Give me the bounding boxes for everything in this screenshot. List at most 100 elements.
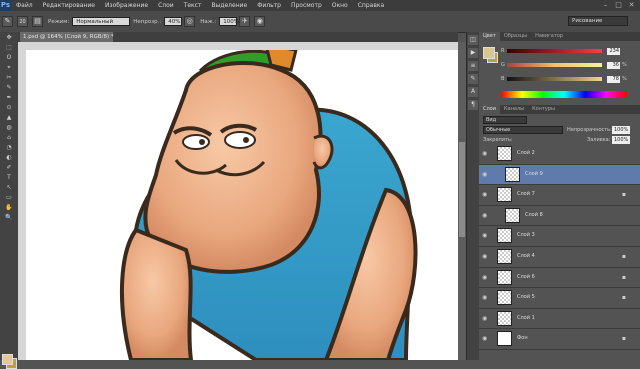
layer-kind-filter[interactable]: Вид	[483, 116, 527, 124]
history-brush-tool-icon[interactable]: ◍	[2, 123, 16, 132]
tab-color[interactable]: Цвет	[479, 32, 500, 41]
green-slider[interactable]	[507, 63, 602, 67]
maximize-button[interactable]: □	[614, 1, 623, 9]
lock-icon: ▪	[621, 273, 626, 281]
minimize-button[interactable]: –	[601, 1, 610, 9]
brush-size-icon[interactable]: 20	[17, 16, 28, 27]
layer-row[interactable]: ◉ Фон ▪	[479, 329, 640, 350]
type-tool-icon[interactable]: T	[2, 173, 16, 182]
visibility-eye-icon[interactable]: ◉	[482, 212, 489, 219]
red-value[interactable]: 234	[607, 47, 620, 55]
tab-channels[interactable]: Каналы	[500, 105, 528, 114]
layer-row[interactable]: ◉ Слой 2	[479, 144, 640, 165]
layer-thumbnail	[497, 331, 512, 347]
brush-tool-icon[interactable]: ⊙	[2, 103, 16, 112]
layer-row[interactable]: ◉ Слой 3	[479, 226, 640, 247]
move-tool-icon[interactable]: ✥	[2, 33, 16, 42]
visibility-eye-icon[interactable]: ◉	[482, 191, 489, 198]
vertical-scrollbar[interactable]	[458, 42, 466, 360]
zoom-tool-icon[interactable]: 🔍	[2, 213, 16, 222]
menu-view[interactable]: Просмотр	[286, 2, 327, 9]
visibility-eye-icon[interactable]: ◉	[482, 274, 489, 281]
history-panel-icon[interactable]: ◫	[468, 35, 478, 45]
actions-panel-icon[interactable]: ▶	[468, 48, 478, 58]
menu-window[interactable]: Окно	[327, 2, 353, 9]
visibility-eye-icon[interactable]: ◉	[482, 232, 489, 239]
opacity-field[interactable]: 40%	[164, 17, 183, 26]
size-pressure-icon[interactable]: ◉	[254, 16, 266, 27]
blue-slider-row: B 78 %	[501, 75, 627, 83]
lasso-tool-icon[interactable]: ʘ	[2, 53, 16, 62]
menu-file[interactable]: Файл	[11, 2, 38, 9]
layer-row[interactable]: ◉ Слой 4 ▪	[479, 246, 640, 268]
menu-filter[interactable]: Фильтр	[252, 2, 286, 9]
blur-tool-icon[interactable]: ◐	[2, 153, 16, 162]
tab-swatches[interactable]: Образцы	[500, 32, 531, 41]
layer-row[interactable]: ◉ Слой 8	[479, 205, 640, 227]
layer-row[interactable]: ◉ Слой 1	[479, 308, 640, 330]
visibility-eye-icon[interactable]: ◉	[482, 150, 489, 157]
options-bar: ✎ 20 ▤ Режим: Нормальный Непрозр.: 40% ◎…	[0, 11, 640, 33]
layer-thumbnail	[497, 187, 512, 203]
menu-edit[interactable]: Редактирование	[38, 2, 100, 9]
menu-image[interactable]: Изображение	[100, 2, 153, 9]
marquee-tool-icon[interactable]: ⬚	[2, 43, 16, 52]
airbrush-icon[interactable]: ✈	[239, 16, 251, 27]
green-value[interactable]: 36	[607, 61, 620, 69]
visibility-eye-icon[interactable]: ◉	[482, 335, 489, 342]
color-panel: R 234 G 36 % B 78 %	[479, 41, 640, 99]
menu-text[interactable]: Текст	[179, 2, 207, 9]
path-select-tool-icon[interactable]: ↖	[2, 183, 16, 192]
brush-presets-icon[interactable]: ✎	[468, 74, 478, 84]
blue-value[interactable]: 78	[607, 75, 620, 83]
stamp-tool-icon[interactable]: ▲	[2, 113, 16, 122]
crop-tool-icon[interactable]: ✂	[2, 73, 16, 82]
hand-tool-icon[interactable]: ✋	[2, 203, 16, 212]
mode-select[interactable]: Нормальный	[72, 17, 131, 26]
scrollbar-thumb[interactable]	[459, 142, 465, 237]
red-slider[interactable]	[507, 49, 602, 53]
pen-tool-icon[interactable]: ✐	[2, 163, 16, 172]
workspace-select[interactable]: Рисование	[568, 16, 628, 26]
opacity-pressure-icon[interactable]: ◎	[184, 16, 196, 27]
quick-select-tool-icon[interactable]: ⌖	[2, 63, 16, 72]
menu-help[interactable]: Справка	[353, 2, 389, 9]
close-button[interactable]: ✕	[627, 1, 636, 9]
layer-name: Слой 7	[517, 191, 535, 198]
pressure-field[interactable]: 100%	[219, 17, 239, 26]
tab-layers[interactable]: Слои	[479, 105, 500, 114]
layer-row[interactable]: ◉ Слой 7 ▪	[479, 185, 640, 206]
layer-row-selected[interactable]: ◉ Слой 9	[479, 164, 640, 186]
brush-tool-preset-icon[interactable]: ✎	[2, 16, 13, 27]
gradient-tool-icon[interactable]: ◔	[2, 143, 16, 152]
shape-tool-icon[interactable]: ▭	[2, 193, 16, 202]
paragraph-panel-icon[interactable]: ¶	[468, 100, 478, 110]
panel-foreground-swatch[interactable]	[483, 47, 495, 59]
document-tab[interactable]: 1.psd @ 164% (Слой 9, RGB/8) *	[20, 32, 114, 42]
layer-row[interactable]: ◉ Слой 5 ▪	[479, 288, 640, 309]
visibility-eye-icon[interactable]: ◉	[482, 315, 489, 322]
layer-row[interactable]: ◉ Слой 6 ▪	[479, 267, 640, 289]
color-spectrum-bar[interactable]	[501, 91, 627, 98]
character-panel-icon[interactable]: A	[468, 87, 478, 97]
blue-unit: %	[622, 76, 627, 82]
eyedropper-tool-icon[interactable]: ✎	[2, 83, 16, 92]
blue-slider[interactable]	[507, 77, 602, 81]
document-canvas[interactable]	[26, 50, 458, 360]
visibility-eye-icon[interactable]: ◉	[482, 253, 489, 260]
properties-panel-icon[interactable]: ≡	[468, 61, 478, 71]
tab-navigator[interactable]: Навигатор	[531, 32, 567, 41]
blend-mode-select[interactable]: Обычные	[483, 126, 563, 134]
tab-paths[interactable]: Контуры	[528, 105, 559, 114]
layer-thumbnail	[497, 248, 512, 264]
visibility-eye-icon[interactable]: ◉	[482, 294, 489, 301]
healing-tool-icon[interactable]: ✒	[2, 93, 16, 102]
fill-field[interactable]: 100%	[612, 136, 631, 144]
menu-layers[interactable]: Слои	[153, 2, 179, 9]
brush-panel-icon[interactable]: ▤	[32, 16, 43, 27]
menu-select[interactable]: Выделение	[206, 2, 252, 9]
green-slider-row: G 36 %	[501, 61, 627, 69]
layer-opacity-field[interactable]: 100%	[612, 126, 631, 134]
eraser-tool-icon[interactable]: ⌂	[2, 133, 16, 142]
visibility-eye-icon[interactable]: ◉	[482, 171, 489, 178]
